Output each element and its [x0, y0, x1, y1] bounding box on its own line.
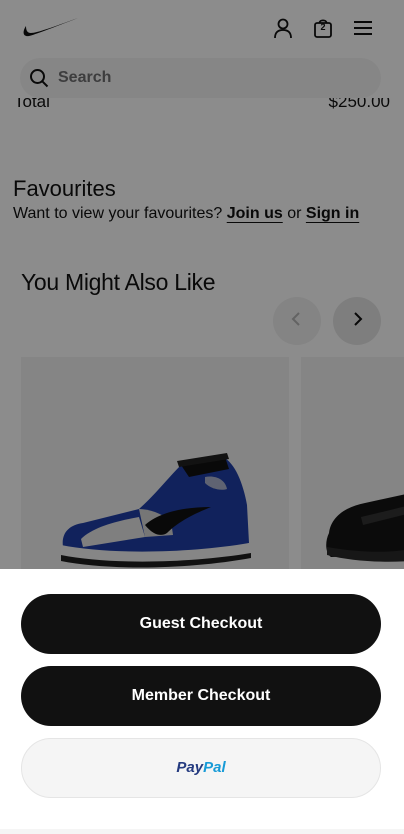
guest-checkout-button[interactable]: Guest Checkout: [21, 594, 381, 654]
paypal-logo-pay: Pay: [176, 759, 204, 776]
paypal-button[interactable]: PayPal: [21, 738, 381, 798]
bottom-edge: [0, 829, 404, 834]
checkout-sheet: Guest Checkout Member Checkout PayPal: [0, 569, 404, 834]
member-checkout-button[interactable]: Member Checkout: [21, 666, 381, 726]
cart-page: 2 Search Total $250.00 Favourites Want t…: [0, 0, 404, 834]
paypal-logo-pal: Pal: [203, 759, 226, 776]
page-dim-overlay: [0, 0, 404, 569]
paypal-logo: PayPal: [176, 759, 225, 777]
